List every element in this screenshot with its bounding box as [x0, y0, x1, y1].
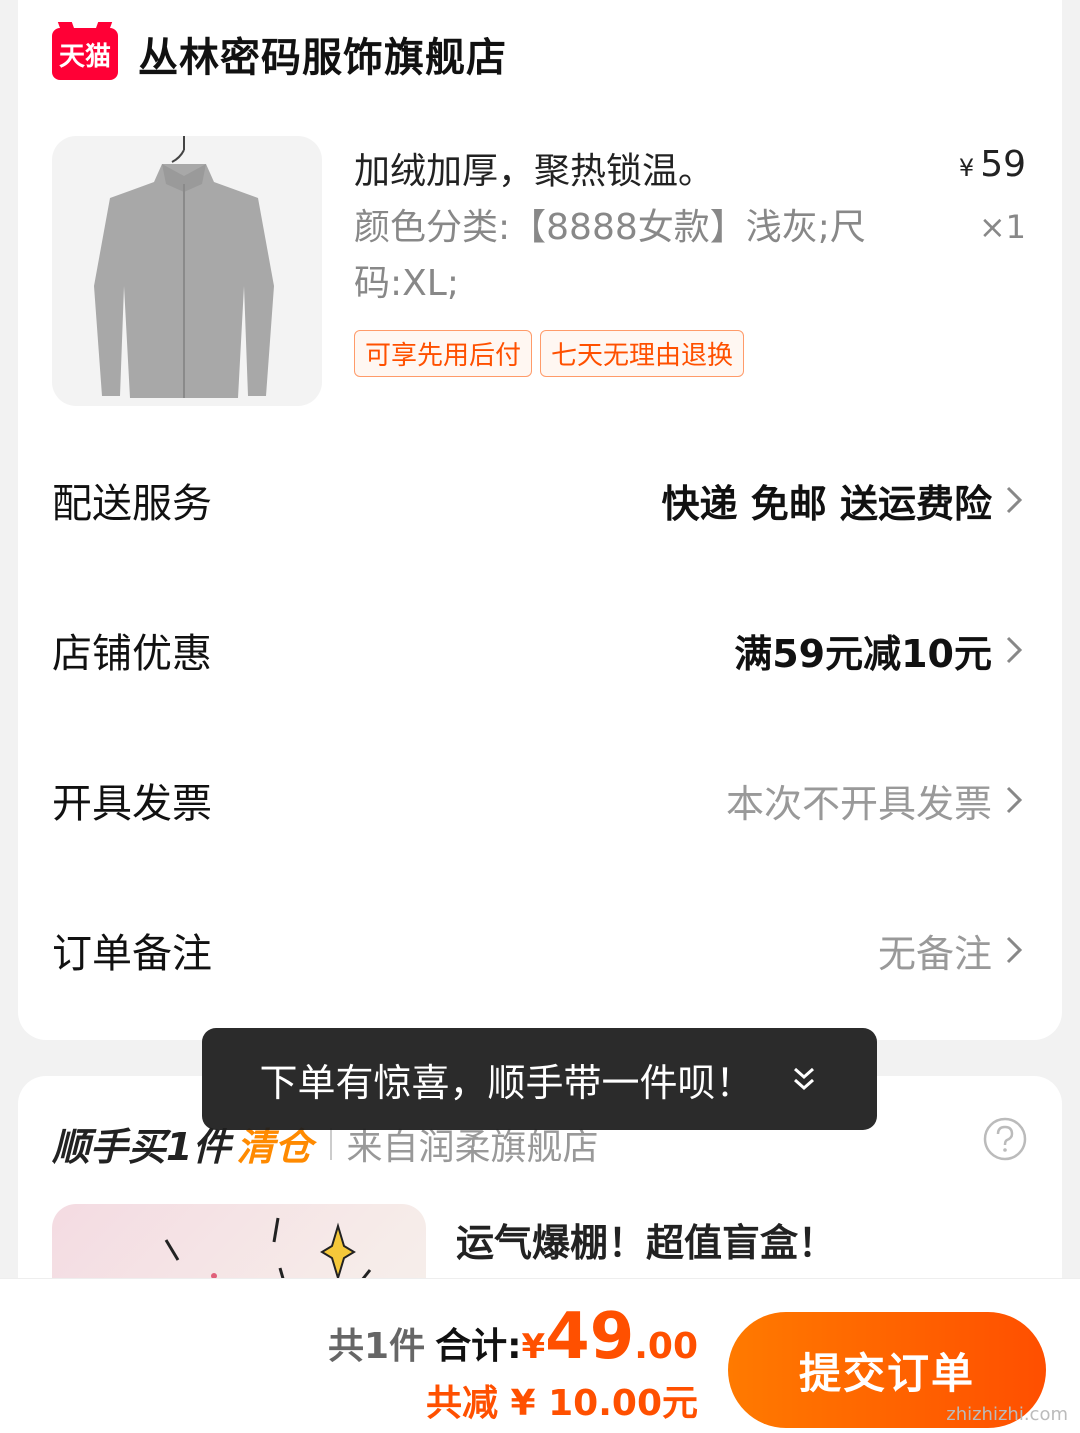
chevron-right-icon: [1006, 636, 1023, 664]
note-label: 订单备注: [52, 931, 212, 977]
price-value: 59: [980, 144, 1026, 185]
invoice-row[interactable]: 开具发票 本次不开具发票: [52, 770, 1028, 830]
sum-integer: 49: [545, 1300, 635, 1374]
product-quantity: ×1: [978, 208, 1026, 246]
chevron-right-icon: [1006, 786, 1023, 814]
divider: [330, 1127, 333, 1160]
tag-pay-later: 可享先用后付: [354, 330, 533, 377]
toast-text: 下单有惊喜，顺手带一件呗！: [259, 1060, 754, 1105]
total-line: 共1件 合计: ¥ 49 .00: [328, 1300, 698, 1374]
addon-title: 顺手买1件: [52, 1125, 231, 1169]
coupon-value: 满59元减10元: [734, 623, 1028, 678]
delivery-value: 快递 免邮 送运费险: [662, 473, 1028, 528]
invoice-value-text: 本次不开具发票: [725, 781, 992, 826]
invoice-value: 本次不开具发票: [726, 773, 1028, 828]
tag-return: 七天无理由退换: [540, 330, 745, 377]
tmall-logo: 天猫: [52, 28, 118, 80]
promo-title[interactable]: 运气爆棚！超值盲盒！: [456, 1212, 836, 1267]
tmall-badge-text: 天猫: [58, 41, 111, 72]
product-spec: 颜色分类:【8888女款】浅灰;尺码:XL;: [354, 207, 866, 304]
note-value: 无备注: [878, 923, 1028, 978]
product-price: ¥59: [959, 144, 1026, 185]
shop-name[interactable]: 丛林密码服饰旗舰店: [138, 25, 507, 83]
chevron-right-icon: [1006, 936, 1023, 964]
note-row[interactable]: 订单备注 无备注: [52, 920, 1028, 980]
invoice-label: 开具发票: [52, 781, 212, 827]
shop-header[interactable]: 天猫 丛林密码服饰旗舰店: [52, 25, 507, 83]
chevron-right-icon: [1006, 486, 1023, 514]
sum-symbol: ¥: [521, 1327, 546, 1367]
help-icon[interactable]: [982, 1116, 1028, 1162]
item-count: 共1件: [328, 1326, 426, 1367]
delivery-label: 配送服务: [52, 481, 212, 527]
coupon-label: 店铺优惠: [52, 631, 212, 677]
fleece-jacket-icon: [94, 136, 274, 398]
watermark: zhizhizhi.com: [946, 1404, 1068, 1425]
coupon-row[interactable]: 店铺优惠 满59元减10元: [52, 620, 1028, 680]
delivery-value-text: 快递 免邮 送运费险: [661, 481, 992, 526]
addon-toast[interactable]: 下单有惊喜，顺手带一件呗！: [202, 1028, 877, 1130]
discount-total: 共减 ¥ 10.00元: [426, 1383, 698, 1424]
price-symbol: ¥: [958, 154, 975, 182]
note-value-text: 无备注: [877, 931, 992, 976]
sum-label: 合计:: [435, 1326, 522, 1367]
product-image[interactable]: [52, 136, 322, 406]
sum-decimal: .00: [634, 1326, 698, 1367]
coupon-value-text: 满59元减10元: [734, 631, 992, 676]
service-tags: 可享先用后付 七天无理由退换: [354, 330, 745, 377]
double-chevron-down-icon: [793, 1067, 814, 1091]
product-title: 加绒加厚，聚热锁温。: [354, 151, 715, 192]
delivery-row[interactable]: 配送服务 快递 免邮 送运费险: [52, 470, 1028, 530]
